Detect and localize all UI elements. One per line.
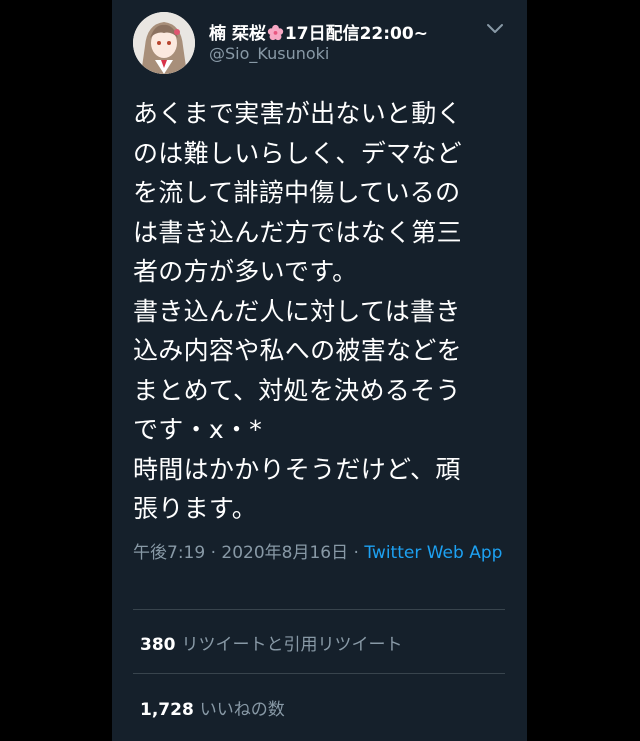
tweet-meta: 午後7:19 · 2020年8月16日 · Twitter Web App [133,541,513,566]
retweet-label: リツイートと引用リツイート [181,635,403,655]
tweet-text: あくまで実害が出ないと動く のは難しいらしく、デマなど を流して誹謗中傷している… [133,99,462,523]
retweet-stats[interactable]: 380 リツイートと引用リツイート [140,630,403,655]
retweet-count: 380 [140,635,176,655]
divider [133,609,505,610]
meta-separator: · [205,543,222,563]
cherry-blossom-icon [267,24,284,46]
like-count: 1,728 [140,700,194,720]
tweet-date[interactable]: 2020年8月16日 [221,543,348,563]
divider [133,673,505,674]
tweet-time[interactable]: 午後7:19 [133,543,205,563]
author-name-part1: 楠 栞桜 [209,24,266,44]
like-label: いいねの数 [199,700,285,720]
profile-avatar-icon[interactable] [133,12,195,74]
tweet-source-link[interactable]: Twitter Web App [364,543,502,563]
like-stats[interactable]: 1,728 いいねの数 [140,695,285,720]
meta-separator: · [348,543,365,563]
tweet-panel: 楠 栞桜 17日配信22:00~ @Sio_Kusunoki あくまで実害が出ない… [112,0,527,741]
author-name-part2: 17日配信22:00~ [284,24,428,44]
author-handle[interactable]: @Sio_Kusunoki [209,44,329,63]
chevron-down-icon[interactable] [486,20,504,33]
author-name[interactable]: 楠 栞桜 17日配信22:00~ [209,19,428,46]
